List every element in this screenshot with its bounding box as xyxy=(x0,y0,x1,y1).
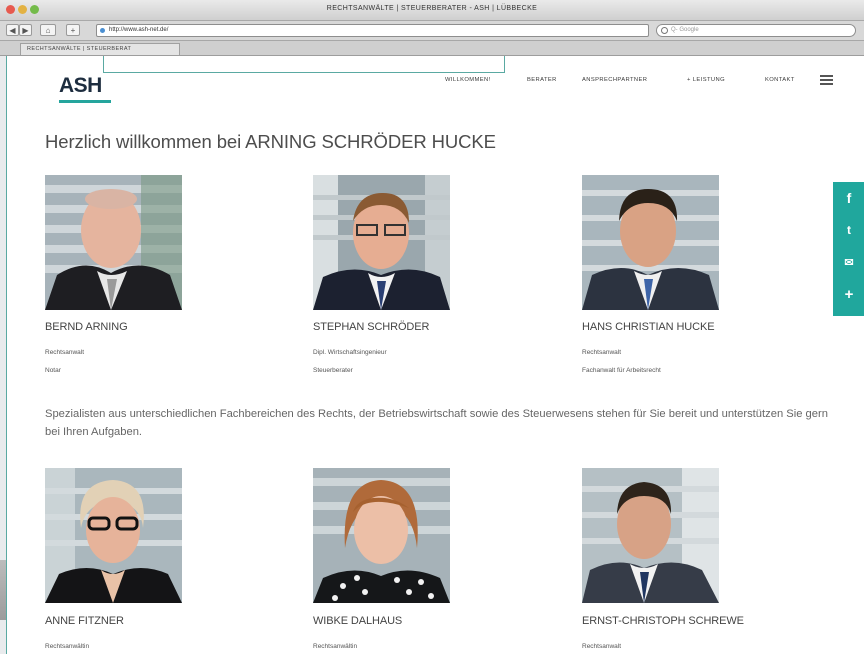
home-button[interactable]: ⌂ xyxy=(40,24,56,36)
portrait-anne-fitzner[interactable] xyxy=(45,468,182,603)
twitter-icon[interactable]: t xyxy=(833,223,864,237)
email-icon[interactable]: ✉ xyxy=(833,256,864,269)
person-name[interactable]: ANNE FITZNER xyxy=(45,615,124,627)
forward-button[interactable]: ▶ xyxy=(19,24,32,36)
facebook-icon[interactable]: f xyxy=(833,190,864,206)
search-input[interactable]: Q- Google xyxy=(656,24,856,37)
globe-icon xyxy=(100,28,105,33)
tab-bar: RECHTSANWÄLTE | STEUERBERAT xyxy=(0,41,864,56)
page-title: Herzlich willkommen bei ARNING SCHRÖDER … xyxy=(45,131,496,152)
nav-kontakt[interactable]: KONTAKT xyxy=(765,77,795,83)
social-share-bar: f t ✉ + xyxy=(833,182,864,316)
portrait-bernd-arning[interactable] xyxy=(45,175,182,310)
person-name[interactable]: BERND ARNING xyxy=(45,321,128,333)
person-title: Rechtsanwalt xyxy=(582,643,622,650)
window-title: RECHTSANWÄLTE | STEUERBERATER - ASH | LÜ… xyxy=(326,5,538,12)
person-title: Rechtsanwältin xyxy=(313,643,358,650)
page-viewport[interactable]: ASH WILLKOMMEN! BERATER ANSPRECHPARTNER … xyxy=(6,56,864,654)
window-titlebar: RECHTSANWÄLTE | STEUERBERATER - ASH | LÜ… xyxy=(0,0,864,21)
person-name[interactable]: ERNST-CHRISTOPH SCHREWE xyxy=(582,615,744,627)
person-title: Dipl. Wirtschaftsingenieur xyxy=(313,349,387,356)
browser-toolbar: ◀ ▶ ⌂ + http://www.ash-net.de/ ↻ Q- Goog… xyxy=(0,21,864,41)
add-share-icon[interactable]: + xyxy=(833,286,864,303)
person-name[interactable]: HANS CHRISTIAN HUCKE xyxy=(582,321,715,333)
add-bookmark-button[interactable]: + xyxy=(66,24,80,36)
nav-ansprechpartner[interactable]: ANSPRECHPARTNER xyxy=(582,77,647,83)
frame-outline xyxy=(103,56,505,73)
logo-underline xyxy=(59,100,111,103)
back-button[interactable]: ◀ xyxy=(6,24,19,36)
person-name[interactable]: STEPHAN SCHRÖDER xyxy=(313,321,429,333)
search-placeholder: Q- Google xyxy=(671,27,699,33)
person-name[interactable]: WIBKE DALHAUS xyxy=(313,615,402,627)
address-bar[interactable]: http://www.ash-net.de/ ↻ xyxy=(96,24,744,37)
portrait-stephan-schroeder[interactable] xyxy=(313,175,450,310)
intro-paragraph: Spezialisten aus unterschiedlichen Fachb… xyxy=(45,408,828,438)
site-logo[interactable]: ASH xyxy=(59,74,102,98)
nav-leistung[interactable]: + LEISTUNG xyxy=(687,77,725,83)
person-title: Fachanwalt für Arbeitsrecht xyxy=(582,367,661,374)
person-title: Steuerberater xyxy=(313,367,353,374)
person-title: Rechtsanwalt xyxy=(45,349,85,356)
portrait-wibke-dalhaus[interactable] xyxy=(313,468,450,603)
portrait-hans-christian-hucke[interactable] xyxy=(582,175,719,310)
nav-berater[interactable]: BERATER xyxy=(527,77,557,83)
menu-icon[interactable] xyxy=(820,75,833,85)
portrait-ernst-christoph-schrewe[interactable] xyxy=(582,468,719,603)
address-url: http://www.ash-net.de/ xyxy=(109,27,169,33)
person-title: Notar xyxy=(45,367,61,374)
search-icon xyxy=(661,27,668,34)
person-title: Rechtsanwalt xyxy=(582,349,622,356)
nav-willkommen[interactable]: WILLKOMMEN! xyxy=(445,77,491,83)
tab-active[interactable]: RECHTSANWÄLTE | STEUERBERAT xyxy=(20,43,180,55)
person-title: Rechtsanwältin xyxy=(45,643,90,650)
